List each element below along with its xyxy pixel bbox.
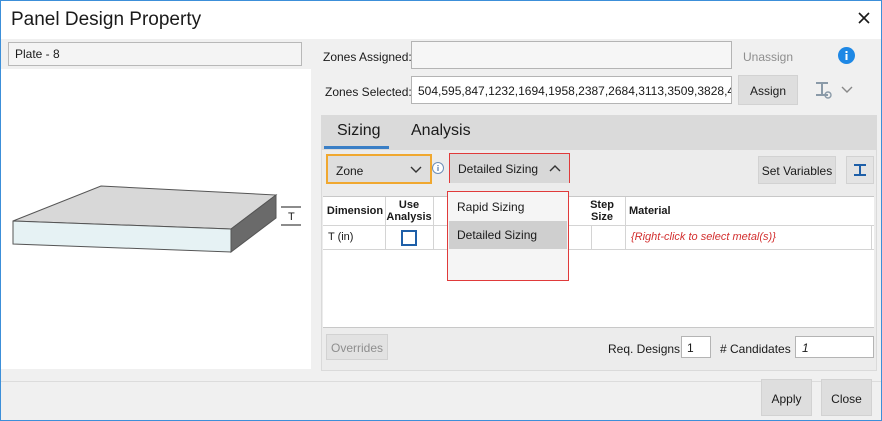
plate-preview: T — [1, 69, 311, 369]
footer-divider — [1, 381, 881, 382]
candidates-input[interactable]: 1 — [795, 336, 874, 358]
grid-row-divider — [323, 249, 874, 250]
row-dimension-cell: T (in) — [328, 231, 354, 243]
chevron-down-icon — [410, 166, 422, 173]
unassign-button[interactable]: Unassign — [743, 50, 793, 64]
sizing-method-dropdown: Rapid Sizing Detailed Sizing — [447, 191, 569, 281]
sizing-panel: Zone Detailed Sizing Set Variables Dimen… — [321, 149, 877, 371]
grid-divider — [385, 197, 386, 249]
chevron-up-icon — [549, 165, 561, 172]
chevron-down-icon[interactable] — [841, 85, 853, 95]
set-variables-button[interactable]: Set Variables — [758, 156, 836, 184]
close-icon[interactable] — [855, 9, 873, 27]
tab-sizing[interactable]: Sizing — [337, 122, 381, 140]
req-designs-input[interactable]: 1 — [681, 336, 711, 358]
candidates-label: # Candidates — [720, 342, 791, 356]
col-use-analysis-line2: Analysis — [386, 211, 432, 223]
tab-bar: Sizing Analysis — [321, 115, 877, 149]
dropdown-item-rapid-sizing[interactable]: Rapid Sizing — [449, 193, 567, 221]
zone-combo[interactable]: Zone — [326, 154, 432, 184]
tab-analysis[interactable]: Analysis — [411, 122, 471, 140]
zones-assigned-field[interactable] — [411, 41, 732, 69]
beam-section-icon — [854, 164, 866, 176]
apply-button[interactable]: Apply — [761, 379, 812, 416]
row-material-cell[interactable]: {Right-click to select metal(s)} — [631, 231, 776, 243]
assign-button[interactable]: Assign — [738, 75, 798, 105]
zones-assigned-label: Zones Assigned: — [323, 50, 412, 64]
window-title: Panel Design Property — [11, 9, 202, 30]
grid-divider — [871, 225, 872, 249]
close-button[interactable]: Close — [821, 379, 872, 416]
dialog-body: Plate - 8 T Zones Assigned: Unassign Zon… — [1, 39, 881, 420]
col-step-size-line1: Step — [590, 199, 614, 211]
info-icon[interactable] — [838, 47, 855, 64]
panel-design-property-dialog: Panel Design Property Plate - 8 T Zones … — [0, 0, 882, 421]
sizing-method-combo[interactable]: Detailed Sizing — [449, 153, 570, 183]
zone-combo-value: Zone — [336, 164, 364, 178]
zones-selected-label: Zones Selected: — [325, 85, 412, 99]
dimension-tag-label: T — [288, 211, 295, 223]
col-step-size-line2: Size — [590, 211, 613, 223]
grid-divider — [433, 197, 434, 249]
zones-selected-field[interactable]: 504,595,847,1232,1694,1958,2387,2684,311… — [411, 76, 732, 104]
grid-divider — [591, 225, 592, 249]
title-bar: Panel Design Property — [1, 1, 881, 39]
grid-header-divider — [323, 225, 874, 226]
use-analysis-checkbox[interactable] — [401, 230, 417, 246]
col-material-header: Material — [629, 205, 671, 217]
col-use-analysis-line1: Use — [398, 199, 420, 211]
dimension-grid: Dimension Use Analysis Step Size Materia… — [323, 196, 874, 328]
info-small-icon[interactable] — [432, 162, 444, 174]
plate-3d-icon — [12, 185, 301, 254]
dropdown-item-detailed-sizing[interactable]: Detailed Sizing — [449, 221, 567, 249]
col-step-size-header: Step Size — [579, 197, 625, 227]
column-toggle-button[interactable] — [846, 156, 874, 184]
sizing-method-value: Detailed Sizing — [458, 162, 539, 176]
col-use-analysis-header: Use Analysis — [385, 197, 433, 227]
overrides-button[interactable]: Overrides — [326, 334, 388, 360]
beam-filter-icon[interactable] — [813, 80, 833, 100]
req-designs-label: Req. Designs — [608, 342, 681, 356]
grid-divider — [625, 197, 626, 249]
plate-name-field: Plate - 8 — [8, 42, 302, 66]
col-dimension-header: Dimension — [326, 205, 384, 217]
